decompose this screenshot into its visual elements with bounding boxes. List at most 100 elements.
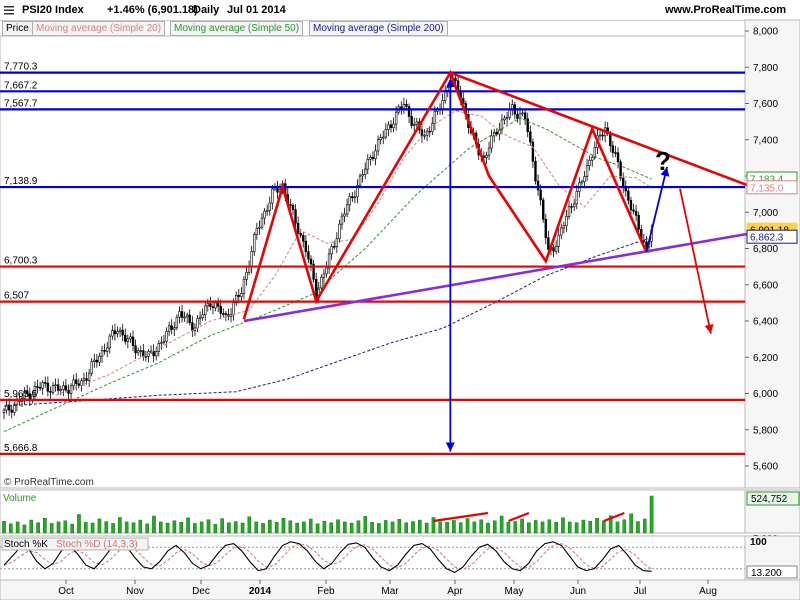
volume-panel: Volume 524,752	[0, 489, 800, 534]
volume-bar	[390, 521, 395, 534]
volume-bar	[29, 519, 34, 534]
candle-body	[51, 385, 55, 393]
volume-bar	[22, 524, 27, 534]
candle-body	[38, 386, 42, 389]
volume-bar	[124, 521, 129, 534]
candle-body	[601, 134, 604, 137]
candle-body	[108, 335, 111, 349]
volume-bar	[418, 519, 422, 534]
y-tick-label: 7,000	[753, 208, 778, 219]
candle-body	[178, 311, 181, 318]
candle-body	[583, 176, 586, 183]
volume-bar	[404, 522, 408, 534]
chart-area[interactable]: 8,0007,8007,6007,4007,2007,0006,8006,600…	[0, 0, 800, 600]
candle-body	[529, 131, 532, 143]
volume-bar	[240, 522, 245, 534]
candle-body	[554, 246, 558, 252]
candle-body	[304, 240, 308, 252]
x-tick-label: Apr	[447, 586, 463, 597]
candle-body	[67, 389, 70, 394]
volume-bar	[2, 520, 6, 534]
volume-bar	[152, 515, 156, 534]
volume-bar	[9, 523, 13, 534]
volume-bar	[288, 520, 293, 534]
candle-body	[191, 322, 194, 332]
volume-bar	[158, 521, 163, 534]
candle-body	[232, 302, 235, 315]
candle-body	[271, 188, 274, 204]
volume-bar	[527, 522, 531, 534]
candle-body	[299, 233, 302, 236]
candle-body	[425, 130, 429, 136]
volume-bar	[438, 521, 443, 534]
candle-body	[539, 189, 542, 201]
volume-bar	[574, 522, 579, 534]
candle-body	[253, 234, 256, 252]
volume-bar	[199, 521, 204, 534]
candle-body	[160, 342, 163, 344]
candle-body	[485, 154, 488, 159]
candle-body	[183, 316, 186, 319]
candle-body	[345, 204, 349, 215]
candle-body	[420, 129, 424, 137]
y-tick-label: 8,000	[753, 27, 778, 38]
candle-body	[572, 203, 576, 208]
candle-body	[402, 103, 406, 109]
candle-body	[75, 379, 78, 385]
candle-body	[49, 391, 52, 393]
volume-bar	[411, 521, 415, 534]
candle-body	[423, 134, 426, 137]
level-label: 7,567.7	[4, 98, 38, 109]
candle-body	[387, 124, 390, 130]
candle-body	[309, 258, 313, 265]
candle-body	[185, 314, 189, 318]
candle-body	[441, 100, 444, 110]
x-tick-label: Mar	[381, 586, 399, 597]
volume-bar	[56, 521, 61, 534]
volume-bar	[315, 523, 320, 534]
candle-body	[523, 112, 527, 120]
candle-body	[131, 336, 135, 347]
y-tick-label: 7,400	[753, 135, 778, 146]
candle-body	[634, 210, 638, 216]
volume-bar	[145, 523, 149, 534]
candle-body	[173, 327, 176, 330]
level-label: 5,666.8	[4, 443, 38, 454]
x-tick-label: Feb	[317, 586, 335, 597]
candle-body	[72, 379, 75, 387]
candle-body	[116, 331, 119, 335]
volume-bar	[567, 521, 572, 534]
volume-bar	[329, 522, 333, 534]
candle-body	[560, 227, 563, 236]
volume-bar	[77, 514, 81, 534]
volume-bar	[322, 520, 327, 534]
candle-body	[139, 350, 142, 352]
candle-body	[87, 372, 91, 381]
volume-bar	[90, 522, 95, 534]
candle-body	[307, 251, 310, 260]
candle-body	[10, 409, 13, 413]
x-tick-label: Oct	[58, 586, 74, 597]
candle-body	[516, 113, 519, 119]
candle-body	[415, 121, 418, 125]
volume-bar	[492, 520, 497, 534]
x-tick-label: Aug	[699, 586, 717, 597]
volume-bar	[220, 518, 224, 534]
candle-body	[619, 161, 622, 179]
volume-bar	[533, 520, 538, 534]
volume-bar	[281, 518, 286, 534]
candle-body	[294, 209, 297, 224]
volume-bar	[131, 522, 136, 534]
candle-body	[289, 204, 292, 206]
time-axis-background	[0, 579, 800, 600]
candle-body	[407, 106, 411, 117]
volume-bar	[206, 519, 211, 534]
level-label: 7,138.9	[4, 176, 38, 187]
candle-body	[413, 124, 416, 126]
candle-body	[542, 199, 545, 220]
candle-body	[136, 350, 140, 354]
candle-body	[44, 382, 47, 384]
volume-bar	[561, 517, 565, 534]
candle-body	[175, 316, 179, 329]
candle-body	[562, 225, 566, 229]
